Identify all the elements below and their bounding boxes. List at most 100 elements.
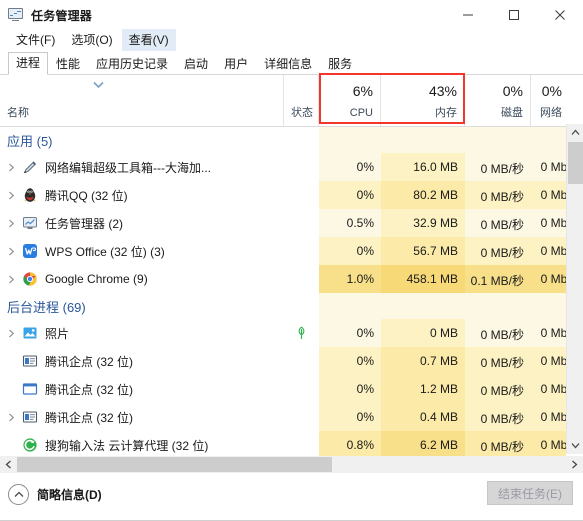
process-status-cell (284, 375, 319, 403)
menu-view[interactable]: 查看(V) (121, 29, 176, 51)
expand-chevron-icon[interactable] (7, 247, 16, 256)
table-row[interactable]: 腾讯企点 (32 位) 0% 0.7 MB 0 MB/秒 0 Mbps (0, 347, 580, 375)
expand-chevron-icon[interactable] (7, 329, 16, 338)
tab-performance[interactable]: 性能 (48, 53, 88, 75)
process-name-label: 腾讯企点 (32 位) (45, 354, 134, 369)
disk-cell-value: 0 MB/秒 (480, 162, 524, 176)
memory-cell-value: 0.7 MB (419, 354, 458, 368)
menu-bar: 文件(F) 选项(O) 查看(V) (0, 29, 583, 51)
tab-startup[interactable]: 启动 (176, 53, 216, 75)
expand-chevron-icon[interactable] (7, 219, 16, 228)
cpu-cell: 0% (319, 237, 381, 265)
column-header-memory[interactable]: 43% 内存 (381, 75, 465, 126)
scroll-right-arrow-icon[interactable] (566, 456, 583, 473)
process-status-cell (284, 431, 319, 457)
memory-cell-value: 16.0 MB (413, 160, 458, 174)
section-disk-cell (465, 293, 531, 319)
memory-cell: 80.2 MB (381, 181, 465, 209)
horizontal-scrollbar-thumb[interactable] (17, 457, 332, 472)
process-status-cell (284, 319, 319, 347)
process-name-label: 腾讯企点 (32 位) (45, 382, 134, 397)
process-name-cell[interactable]: 任务管理器 (2) (0, 209, 284, 237)
disk-cell-value: 0 MB/秒 (480, 246, 524, 260)
table-row[interactable]: 网络编辑超级工具箱---大海加... 0% 16.0 MB 0 MB/秒 0 Mbps (0, 153, 580, 181)
minimize-button[interactable] (445, 0, 491, 30)
section-label: 后台进程 (69) (7, 299, 86, 315)
memory-cell: 0.7 MB (381, 347, 465, 375)
disk-cell: 0 MB/秒 (465, 237, 531, 265)
column-header-disk-label: 磁盘 (501, 107, 523, 119)
section-cpu-cell (319, 293, 381, 319)
close-button[interactable] (537, 0, 583, 30)
section-header-background[interactable]: 后台进程 (69) (0, 293, 566, 319)
scroll-left-arrow-icon[interactable] (0, 456, 17, 473)
vertical-scrollbar-thumb[interactable] (568, 142, 583, 184)
network-cell: 0 Mbps (531, 375, 580, 403)
process-name-cell[interactable]: WPS Office (32 位) (3) (0, 237, 284, 265)
process-name-cell[interactable]: 腾讯企点 (32 位) (0, 375, 284, 403)
process-table: 应用 (5) 网络编辑超级工具箱---大海加... 0% 16.0 MB 0 MB/秒 0… (0, 127, 583, 457)
menu-file[interactable]: 文件(F) (9, 29, 62, 51)
tab-details[interactable]: 详细信息 (256, 53, 320, 75)
cpu-cell: 0% (319, 403, 381, 431)
expand-chevron-icon[interactable] (7, 413, 16, 422)
process-name-cell[interactable]: 搜狗输入法 云计算代理 (32 位) (0, 431, 284, 457)
memory-cell-value: 1.2 MB (419, 382, 458, 396)
column-header-status[interactable]: 状态 (284, 75, 319, 126)
section-header-apps[interactable]: 应用 (5) (0, 127, 566, 153)
column-header-memory-label: 内存 (435, 107, 457, 119)
process-name-cell[interactable]: 腾讯企点 (32 位) (0, 403, 284, 431)
process-name-label: 腾讯企点 (32 位) (45, 410, 134, 425)
disk-cell-value: 0 MB/秒 (480, 328, 524, 342)
menu-options[interactable]: 选项(O) (64, 29, 119, 51)
process-name-cell[interactable]: 照片 (0, 319, 284, 347)
column-header-network[interactable]: 0% 网络 (531, 75, 583, 126)
table-row[interactable]: 照片 0% 0 MB 0 MB/秒 0 Mbps (0, 319, 580, 347)
section-memory-cell (381, 127, 465, 153)
disk-cell: 0.1 MB/秒 (465, 265, 531, 293)
qq-penguin-icon (22, 187, 38, 203)
table-row[interactable]: 搜狗输入法 云计算代理 (32 位) 0.8% 6.2 MB 0 MB/秒 0 Mbps (0, 431, 580, 457)
scroll-up-arrow-icon[interactable] (567, 124, 583, 141)
memory-cell: 32.9 MB (381, 209, 465, 237)
cpu-cell: 0% (319, 181, 381, 209)
status-bar: 简略信息(D) 结束任务(E) (0, 472, 583, 521)
network-cell: 0 Mbps (531, 265, 580, 293)
table-row[interactable]: WPS Office (32 位) (3) 0% 56.7 MB 0 MB/秒 0 Mb… (0, 237, 580, 265)
end-task-button[interactable]: 结束任务(E) (487, 481, 573, 505)
column-header-disk[interactable]: 0% 磁盘 (465, 75, 531, 126)
table-row[interactable]: 腾讯QQ (32 位) 0% 80.2 MB 0 MB/秒 0 Mbps (0, 181, 580, 209)
task-manager-icon (8, 8, 24, 22)
process-status-cell (284, 347, 319, 375)
table-row[interactable]: 腾讯企点 (32 位) 0% 0.4 MB 0 MB/秒 0 Mbps (0, 403, 580, 431)
network-cell: 0 Mbps (531, 237, 580, 265)
process-name-cell[interactable]: 腾讯QQ (32 位) (0, 181, 284, 209)
expand-chevron-icon[interactable] (7, 191, 16, 200)
column-header-row: 名称 状态 6% CPU 43% 内存 0% 磁盘 0% 网络 (0, 75, 583, 127)
scroll-down-arrow-icon[interactable] (567, 437, 583, 454)
tab-users[interactable]: 用户 (216, 53, 256, 75)
process-name-cell[interactable]: 网络编辑超级工具箱---大海加... (0, 153, 284, 181)
sort-descending-icon (93, 81, 104, 88)
cpu-cell-value: 0% (356, 410, 374, 424)
tab-services[interactable]: 服务 (320, 53, 360, 75)
cpu-cell-value: 0.5% (346, 216, 374, 230)
column-header-cpu[interactable]: 6% CPU (319, 75, 381, 126)
horizontal-scrollbar[interactable] (0, 456, 583, 473)
table-row[interactable]: 腾讯企点 (32 位) 0% 1.2 MB 0 MB/秒 0 Mbps (0, 375, 580, 403)
brief-info-toggle[interactable]: 简略信息(D) (8, 484, 102, 505)
process-name-cell[interactable]: Google Chrome (9) (0, 265, 284, 293)
column-header-name[interactable]: 名称 (0, 75, 284, 126)
table-row[interactable]: 任务管理器 (2) 0.5% 32.9 MB 0 MB/秒 0 Mbps (0, 209, 580, 237)
expand-chevron-icon[interactable] (7, 275, 16, 284)
table-row[interactable]: Google Chrome (9) 1.0% 458.1 MB 0.1 MB/秒 0 M… (0, 265, 580, 293)
section-name-cell: 应用 (5) (0, 127, 284, 153)
tab-app-history[interactable]: 应用历史记录 (88, 53, 176, 75)
tab-processes[interactable]: 进程 (8, 52, 49, 75)
network-cell: 0 Mbps (531, 181, 580, 209)
maximize-button[interactable] (491, 0, 537, 30)
expand-chevron-icon[interactable] (7, 163, 16, 172)
process-name-cell[interactable]: 腾讯企点 (32 位) (0, 347, 284, 375)
vertical-scrollbar[interactable] (566, 124, 583, 454)
cpu-cell: 1.0% (319, 265, 381, 293)
